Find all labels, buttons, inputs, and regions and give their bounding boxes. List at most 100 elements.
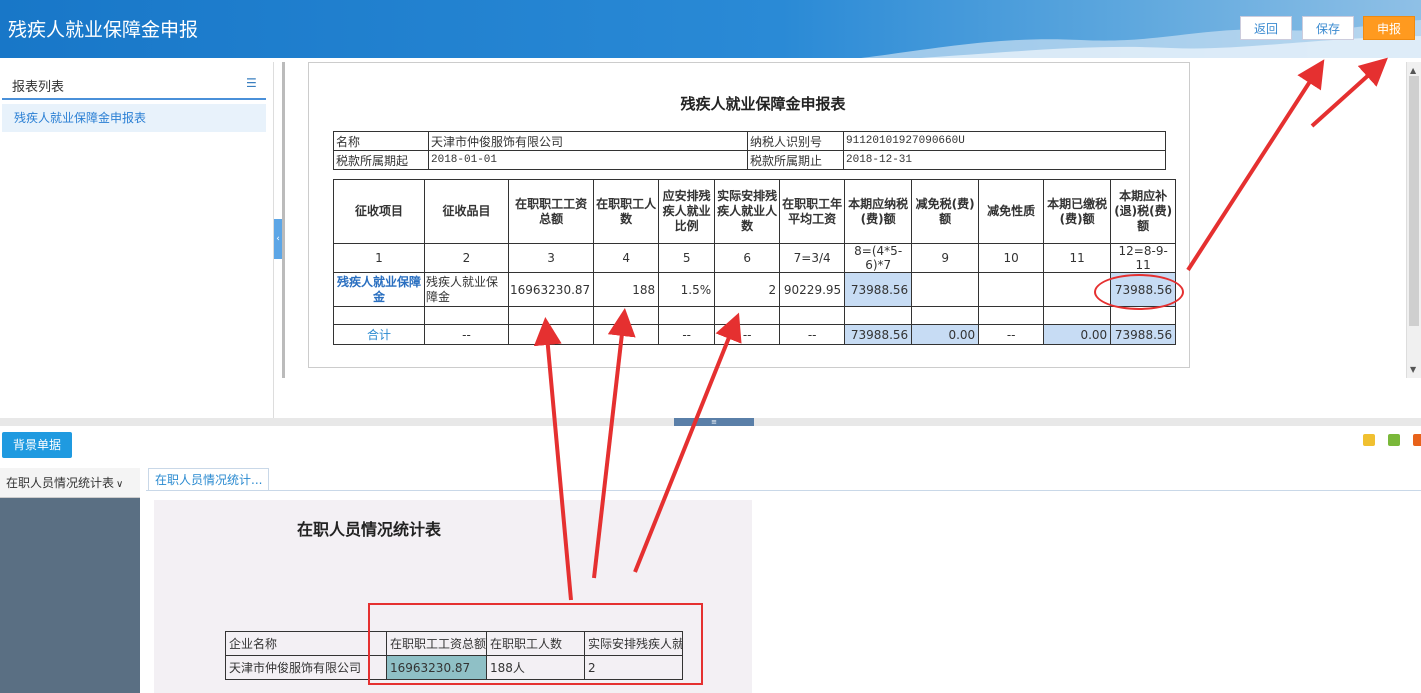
sidebar-item-disability-report[interactable]: 残疾人就业保障金申报表 xyxy=(2,104,266,132)
col-number: 1 xyxy=(333,243,425,273)
nav-dropdown[interactable]: 在职人员情况统计表 ∨ xyxy=(0,468,140,498)
total-cell: -- xyxy=(507,324,595,345)
scan-cell: 天津市仲俊服饰有限公司 xyxy=(225,655,387,680)
background-docs-button[interactable]: 背景单据 xyxy=(2,432,72,458)
total-cell: -- xyxy=(658,324,716,345)
period-end-label: 税款所属期止 xyxy=(747,150,844,170)
total-payable: 73988.56 xyxy=(844,324,913,345)
empty-cell xyxy=(779,306,846,325)
form-title: 残疾人就业保障金申报表 xyxy=(680,95,846,113)
taxid-label: 纳税人识别号 xyxy=(747,131,844,151)
col-number: 11 xyxy=(1043,243,1112,273)
col-number: 12=8-9-11 xyxy=(1110,243,1177,273)
col-number: 2 xyxy=(424,243,509,273)
save-button[interactable]: 保存 xyxy=(1302,16,1354,40)
col-header: 在职职工年平均工资 xyxy=(779,179,846,244)
col-header: 减免性质 xyxy=(978,179,1045,244)
total-cell: -- xyxy=(714,324,781,345)
layers-icon[interactable]: ☰ xyxy=(246,76,260,90)
restore-icon[interactable] xyxy=(1388,434,1400,446)
empty-cell xyxy=(844,306,913,325)
col-number: 7=3/4 xyxy=(779,243,846,273)
close-icon[interactable] xyxy=(1413,434,1421,446)
ratio-cell: 1.5% xyxy=(658,272,716,307)
disabled-count-input[interactable]: 2 xyxy=(714,272,781,307)
empty-cell xyxy=(978,306,1045,325)
annotation-red-ellipse xyxy=(1094,274,1184,310)
scroll-up-icon[interactable]: ▲ xyxy=(1410,66,1416,75)
col-number: 3 xyxy=(507,243,595,273)
empty-cell xyxy=(593,306,660,325)
col-number: 8=(4*5-6)*7 xyxy=(844,243,913,273)
relief-input[interactable] xyxy=(911,272,980,307)
col-header: 征收品目 xyxy=(424,179,509,244)
tab-staff-statistics[interactable]: 在职人员情况统计... xyxy=(148,468,270,490)
taxid-value: 91120101927090660U xyxy=(843,131,1166,151)
avg-wage-cell: 90229.95 xyxy=(779,272,846,307)
report-list-header: 报表列表 ☰ xyxy=(2,70,266,100)
report-list-panel: 报表列表 ☰ 残疾人就业保障金申报表 xyxy=(0,62,274,418)
col-header: 实际安排残疾人就业人数 xyxy=(714,179,781,244)
col-header: 征收项目 xyxy=(333,179,425,244)
col-header: 本期应纳税(费)额 xyxy=(844,179,913,244)
empty-cell xyxy=(1043,306,1112,325)
employees-input[interactable]: 188 xyxy=(593,272,660,307)
chevron-down-icon: ∨ xyxy=(116,479,124,490)
vertical-divider xyxy=(282,62,285,378)
empty-cell xyxy=(658,306,716,325)
col-number: 6 xyxy=(714,243,781,273)
total-label: 合计 xyxy=(333,324,425,345)
empty-cell xyxy=(424,306,509,325)
total-paid: 0.00 xyxy=(1043,324,1112,345)
annotation-red-box xyxy=(368,603,703,685)
bottom-side-nav: 在职人员情况统计表 ∨ xyxy=(0,468,140,693)
empty-cell xyxy=(714,306,781,325)
col-header: 本期已缴税(费)额 xyxy=(1043,179,1112,244)
row-subitem: 残疾人就业保障金 xyxy=(424,272,509,307)
relief-type-input[interactable] xyxy=(978,272,1045,307)
row-item-link[interactable]: 残疾人就业保障金 xyxy=(333,272,425,307)
nav-dropdown-label: 在职人员情况统计表 xyxy=(6,476,115,490)
scan-title: 在职人员情况统计表 xyxy=(296,520,441,539)
period-end-value: 2018-12-31 xyxy=(843,150,1166,170)
app-title: 残疾人就业保障金申报 xyxy=(8,19,199,41)
name-value: 天津市仲俊服饰有限公司 xyxy=(428,131,748,151)
splitter-grip[interactable]: ≡ xyxy=(674,418,754,426)
document-tabs: 在职人员情况统计... xyxy=(146,467,1421,491)
vertical-scrollbar[interactable]: ▲ ▼ xyxy=(1406,62,1421,378)
total-wage-input[interactable]: 16963230.87 xyxy=(507,272,595,307)
col-number: 5 xyxy=(658,243,716,273)
empty-cell xyxy=(507,306,595,325)
empty-cell xyxy=(333,306,425,325)
col-header: 在职职工工资总额 xyxy=(507,179,595,244)
scan-header: 企业名称 xyxy=(225,631,387,656)
app-header: 残疾人就业保障金申报 返回 保存 申报 xyxy=(0,0,1421,58)
name-label: 名称 xyxy=(333,131,429,151)
report-list-title: 报表列表 xyxy=(12,80,65,95)
period-start-label: 税款所属期起 xyxy=(333,150,429,170)
total-cell: -- xyxy=(593,324,660,345)
declaration-table: 征收项目 征收品目 在职职工工资总额 在职职工人数 应安排残疾人就业比例 实际安… xyxy=(333,179,1177,345)
col-header: 减免税(费)额 xyxy=(911,179,980,244)
total-relief: 0.00 xyxy=(911,324,980,345)
col-number: 9 xyxy=(911,243,980,273)
col-header: 应安排残疾人就业比例 xyxy=(658,179,716,244)
payable-cell: 73988.56 xyxy=(844,272,913,307)
horizontal-splitter[interactable]: ≡ xyxy=(0,418,1421,426)
total-cell: -- xyxy=(779,324,846,345)
col-header: 本期应补(退)税(费)额 xyxy=(1110,179,1177,244)
total-relief-type: -- xyxy=(978,324,1045,345)
collapse-panel-handle[interactable]: ‹ xyxy=(274,219,282,259)
minimize-icon[interactable] xyxy=(1363,434,1375,446)
scroll-down-icon[interactable]: ▼ xyxy=(1410,365,1416,374)
period-start-value: 2018-01-01 xyxy=(428,150,748,170)
total-due: 73988.56 xyxy=(1110,324,1177,345)
col-number: 4 xyxy=(593,243,660,273)
scrollbar-thumb[interactable] xyxy=(1409,76,1419,326)
submit-button[interactable]: 申报 xyxy=(1363,16,1415,40)
back-button[interactable]: 返回 xyxy=(1240,16,1292,40)
empty-cell xyxy=(911,306,980,325)
col-number: 10 xyxy=(978,243,1045,273)
total-cell: -- xyxy=(424,324,509,345)
col-header: 在职职工人数 xyxy=(593,179,660,244)
